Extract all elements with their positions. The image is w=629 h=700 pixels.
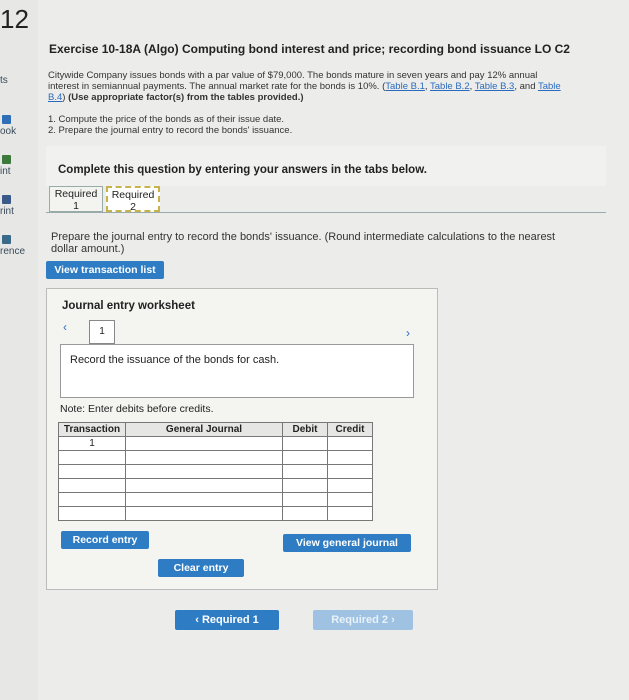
link-table-b4[interactable]: Table — [538, 81, 561, 92]
factor-instruction: (Use appropriate factor(s) from the tabl… — [68, 92, 304, 103]
chevron-left-icon[interactable]: ‹ — [63, 320, 67, 334]
tab-divider — [46, 212, 606, 213]
debit-cell[interactable] — [282, 450, 328, 465]
credit-cell[interactable] — [327, 464, 373, 479]
link-table-b4-cont[interactable]: B.4 — [48, 92, 62, 103]
table-row — [58, 464, 373, 479]
tab-label: Required — [54, 188, 98, 200]
account-cell[interactable] — [125, 492, 283, 507]
sidebar-item-print[interactable]: rint — [0, 206, 14, 217]
worksheet-title: Journal entry worksheet — [62, 300, 195, 312]
view-general-journal-button[interactable]: View general journal — [283, 534, 411, 552]
tab-number: 1 — [73, 200, 79, 212]
transaction-description: Record the issuance of the bonds for cas… — [70, 354, 280, 366]
book-icon[interactable] — [2, 115, 11, 124]
clear-entry-button[interactable]: Clear entry — [158, 559, 244, 577]
debit-cell[interactable] — [282, 506, 328, 521]
account-cell[interactable] — [125, 450, 283, 465]
col-header-credit: Credit — [327, 422, 373, 437]
sidebar-item-references[interactable]: rence — [0, 246, 25, 257]
chevron-left-icon: ‹ — [195, 614, 199, 626]
prev-required-button[interactable]: ‹ Required 1 — [175, 610, 279, 630]
task-1: 1. Compute the price of the bonds as of … — [48, 114, 285, 125]
problem-line-1: Citywide Company issues bonds with a par… — [48, 70, 538, 81]
transaction-description-box — [60, 344, 414, 398]
credit-cell[interactable] — [327, 492, 373, 507]
prev-required-label: Required 1 — [201, 614, 259, 626]
instructions-text: Complete this question by entering your … — [58, 164, 427, 176]
credit-cell[interactable] — [327, 506, 373, 521]
col-header-debit: Debit — [282, 422, 328, 437]
sidebar-item-ebook[interactable]: ook — [0, 126, 16, 137]
transaction-cell — [58, 464, 126, 479]
task-2: 2. Prepare the journal entry to record t… — [48, 125, 293, 136]
account-cell[interactable] — [125, 436, 283, 451]
worksheet-page-indicator[interactable]: 1 — [89, 320, 115, 344]
transaction-cell — [58, 478, 126, 493]
record-entry-button[interactable]: Record entry — [61, 531, 149, 549]
link-table-b3[interactable]: Table B.3 — [475, 81, 515, 92]
transaction-cell — [58, 450, 126, 465]
transaction-cell — [58, 506, 126, 521]
col-header-transaction: Transaction — [58, 422, 126, 437]
account-cell[interactable] — [125, 464, 283, 479]
transaction-cell — [58, 492, 126, 507]
tab-label: Required — [111, 189, 155, 201]
question-number: 12 — [0, 4, 29, 34]
view-transaction-list-button[interactable]: View transaction list — [46, 261, 164, 279]
next-required-button[interactable]: Required 2 › — [313, 610, 413, 630]
credit-cell[interactable] — [327, 478, 373, 493]
exercise-title: Exercise 10-18A (Algo) Computing bond in… — [49, 42, 570, 56]
required-prompt: Prepare the journal entry to record the … — [51, 231, 556, 255]
table-row — [58, 478, 373, 493]
problem-text-2: interest in semiannual payments. The ann… — [48, 81, 380, 92]
table-row — [58, 450, 373, 465]
hint-icon[interactable] — [2, 155, 11, 164]
problem-line-3: B.4) (Use appropriate factor(s) from the… — [48, 92, 304, 103]
table-row — [58, 506, 373, 521]
account-cell[interactable] — [125, 506, 283, 521]
chevron-right-icon: › — [391, 614, 395, 626]
sidebar-item-parts[interactable]: ts — [0, 75, 8, 86]
left-sidebar: 12 ts ook int rint rence — [0, 0, 38, 700]
debit-cell[interactable] — [282, 492, 328, 507]
problem-line-2: interest in semiannual payments. The ann… — [48, 81, 561, 92]
tab-required-1[interactable]: Required 1 — [49, 186, 103, 212]
debit-cell[interactable] — [282, 478, 328, 493]
references-icon[interactable] — [2, 235, 11, 244]
next-required-label: Required 2 — [331, 614, 389, 626]
debit-cell[interactable] — [282, 436, 328, 451]
debit-cell[interactable] — [282, 464, 328, 479]
link-table-b2[interactable]: Table B.2 — [430, 81, 470, 92]
table-row — [58, 492, 373, 507]
credit-cell[interactable] — [327, 436, 373, 451]
account-cell[interactable] — [125, 478, 283, 493]
tab-required-2[interactable]: Required 2 — [106, 186, 160, 213]
col-header-general-journal: General Journal — [125, 422, 283, 437]
table-row: 1 — [58, 436, 373, 451]
credit-cell[interactable] — [327, 450, 373, 465]
chevron-right-icon[interactable]: › — [406, 326, 410, 340]
print-icon[interactable] — [2, 195, 11, 204]
journal-entry-table: Transaction General Journal Debit Credit… — [58, 422, 373, 521]
debit-credit-note: Note: Enter debits before credits. — [60, 403, 214, 415]
sidebar-item-hint[interactable]: int — [0, 166, 11, 177]
transaction-cell: 1 — [58, 436, 126, 451]
link-table-b1[interactable]: Table B.1 — [385, 81, 425, 92]
